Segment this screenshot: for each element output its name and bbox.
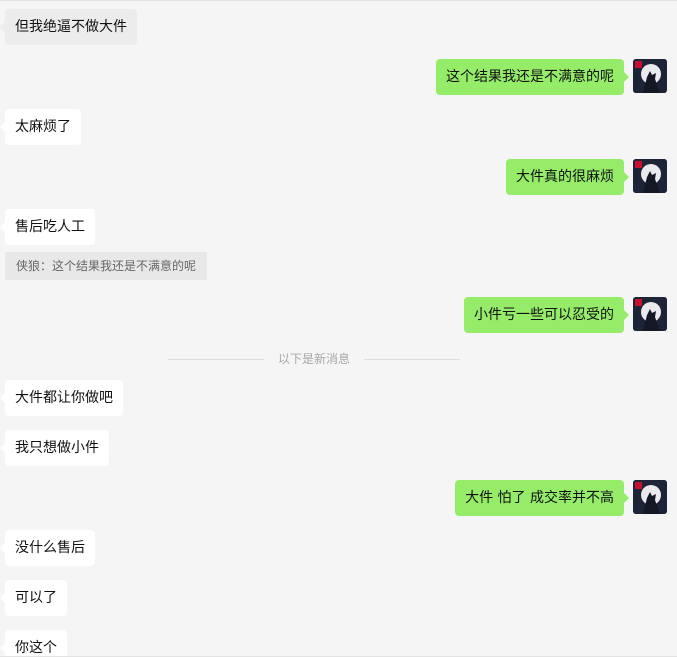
message-bubble-outgoing[interactable]: 这个结果我还是不满意的呢 <box>436 59 629 95</box>
message-bubble-incoming[interactable]: 可以了 <box>0 580 67 616</box>
message-bubble-incoming[interactable]: 我只想做小件 <box>0 430 109 466</box>
message-bubble-incoming[interactable]: 没什么售后 <box>0 530 95 566</box>
message-bubble-incoming[interactable]: 太麻烦了 <box>0 109 81 145</box>
message-bubble-outgoing[interactable]: 大件 怕了 成交率并不高 <box>455 480 629 516</box>
message-bubble-incoming[interactable]: 你这个 <box>0 630 67 656</box>
message-bubble-outgoing[interactable]: 大件真的很麻烦 <box>506 159 629 195</box>
message-bubble-incoming[interactable]: 售后吃人工 <box>0 209 95 245</box>
wolf-avatar-icon[interactable] <box>633 59 667 93</box>
message-bubble-incoming[interactable]: 大件都让你做吧 <box>0 380 123 416</box>
wolf-avatar-icon[interactable] <box>633 297 667 331</box>
message-bubble-outgoing[interactable]: 小件亏一些可以忍受的 <box>464 297 629 333</box>
quoted-message[interactable]: 侠狼：这个结果我还是不满意的呢 <box>5 252 208 280</box>
divider-line <box>364 359 460 360</box>
message-bubble-incoming[interactable]: 但我绝逼不做大件 <box>0 9 137 45</box>
wolf-avatar-icon[interactable] <box>633 480 667 514</box>
chat-message-list[interactable]: 但我绝逼不做大件 这个结果我还是不满意的呢 太麻烦了 大件真的很麻烦 售后吃人工… <box>0 0 677 657</box>
wolf-avatar-icon[interactable] <box>633 159 667 193</box>
new-messages-divider: 以下是新消息 <box>168 349 460 369</box>
